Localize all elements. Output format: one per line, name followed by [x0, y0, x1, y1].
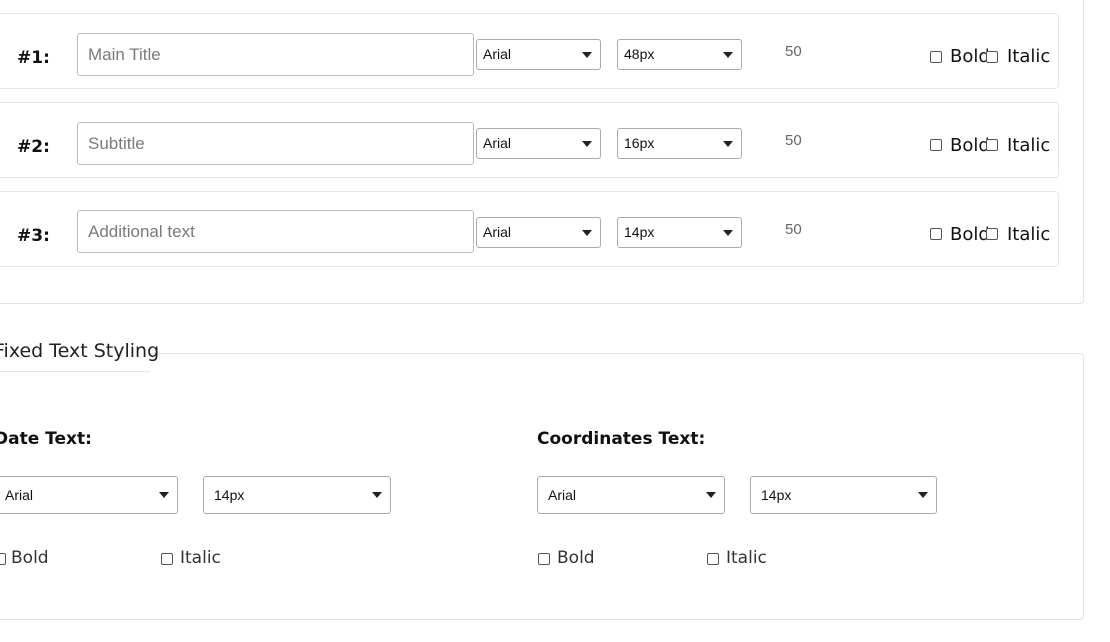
font-size-value: 48px [624, 46, 655, 62]
date-italic-label: Italic [180, 548, 221, 568]
italic-label: Italic [1007, 46, 1051, 67]
bold-checkbox[interactable] [930, 51, 942, 63]
char-count: 50 [785, 43, 802, 60]
font-size-value: 14px [624, 224, 655, 240]
bold-label: Bold [950, 135, 988, 156]
font-size-value: 16px [624, 135, 655, 151]
italic-checkbox[interactable] [986, 139, 998, 151]
row-number: #3: [17, 226, 50, 246]
row-number: #1: [17, 48, 50, 68]
font-family-select[interactable]: Arial [476, 217, 601, 248]
font-family-select[interactable]: Arial [476, 39, 601, 70]
chevron-down-icon [706, 492, 716, 498]
font-family-select[interactable]: Arial [476, 128, 601, 159]
bold-label: Bold [950, 224, 988, 245]
date-bold-label: Bold [11, 548, 49, 568]
chevron-down-icon [723, 141, 733, 147]
main-title-input[interactable] [77, 33, 474, 76]
coordinates-bold-checkbox[interactable] [538, 553, 550, 565]
char-count: 50 [785, 132, 802, 149]
bold-checkbox[interactable] [930, 139, 942, 151]
coordinates-italic-label: Italic [726, 548, 767, 568]
font-size-select[interactable]: 48px [617, 39, 742, 70]
chevron-down-icon [723, 52, 733, 58]
font-size-select[interactable]: 14px [617, 217, 742, 248]
additional-text-input[interactable] [77, 210, 474, 253]
font-size-value: 14px [214, 487, 245, 503]
italic-checkbox[interactable] [986, 51, 998, 63]
italic-label: Italic [1007, 135, 1051, 156]
date-bold-checkbox[interactable] [0, 553, 6, 565]
date-italic-checkbox[interactable] [161, 553, 173, 565]
italic-label: Italic [1007, 224, 1051, 245]
coordinates-text-title: Coordinates Text: [537, 429, 706, 449]
font-size-select[interactable]: 16px [617, 128, 742, 159]
font-family-value: Arial [483, 46, 512, 62]
chevron-down-icon [159, 492, 169, 498]
date-text-title: Date Text: [0, 429, 92, 449]
italic-checkbox[interactable] [986, 228, 998, 240]
chevron-down-icon [372, 492, 382, 498]
font-family-value: Arial [483, 135, 512, 151]
date-font-family-select[interactable]: Arial [0, 476, 178, 514]
font-family-value: Arial [5, 487, 34, 503]
coordinates-italic-checkbox[interactable] [707, 553, 719, 565]
bold-label: Bold [950, 46, 988, 67]
chevron-down-icon [918, 492, 928, 498]
row-number: #2: [17, 137, 50, 157]
section-title: Fixed Text Styling [0, 340, 160, 362]
font-size-value: 14px [761, 487, 792, 503]
coordinates-bold-label: Bold [557, 548, 595, 568]
date-font-size-select[interactable]: 14px [203, 476, 391, 514]
font-family-value: Arial [548, 487, 577, 503]
chevron-down-icon [582, 230, 592, 236]
chevron-down-icon [582, 141, 592, 147]
chevron-down-icon [723, 230, 733, 236]
coordinates-font-size-select[interactable]: 14px [750, 476, 937, 514]
char-count: 50 [785, 221, 802, 238]
font-family-value: Arial [483, 224, 512, 240]
bold-checkbox[interactable] [930, 228, 942, 240]
subtitle-input[interactable] [77, 122, 474, 165]
coordinates-font-family-select[interactable]: Arial [537, 476, 725, 514]
chevron-down-icon [582, 52, 592, 58]
